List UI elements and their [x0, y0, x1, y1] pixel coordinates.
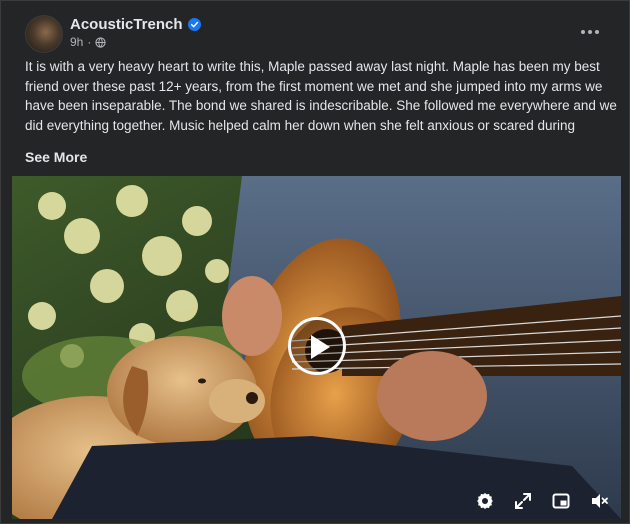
- fullscreen-icon[interactable]: [513, 491, 533, 511]
- post-card: AcousticTrench 9h · It is with a very he…: [0, 0, 630, 524]
- post-body-text: It is with a very heavy heart to write t…: [25, 59, 617, 133]
- post-meta: 9h ·: [70, 35, 106, 49]
- author-name[interactable]: AcousticTrench: [70, 16, 183, 33]
- meta-separator: ·: [87, 35, 92, 49]
- picture-in-picture-icon[interactable]: [551, 491, 571, 511]
- play-icon: [311, 335, 330, 359]
- play-button[interactable]: [288, 317, 346, 375]
- dot-icon: [588, 30, 592, 34]
- video-controls: [475, 491, 609, 511]
- verified-badge-icon: [187, 18, 201, 31]
- globe-icon: [95, 36, 106, 48]
- dot-icon: [595, 30, 599, 34]
- video-player[interactable]: [12, 176, 621, 519]
- settings-icon[interactable]: [475, 491, 495, 511]
- dot-icon: [581, 30, 585, 34]
- more-options-button[interactable]: [579, 27, 601, 37]
- see-more-link[interactable]: See More: [25, 149, 87, 165]
- avatar[interactable]: [25, 15, 63, 53]
- mute-icon[interactable]: [589, 491, 609, 511]
- post-header: AcousticTrench 9h ·: [25, 13, 629, 53]
- post-timestamp[interactable]: 9h: [70, 35, 83, 49]
- author-row: AcousticTrench: [70, 16, 201, 33]
